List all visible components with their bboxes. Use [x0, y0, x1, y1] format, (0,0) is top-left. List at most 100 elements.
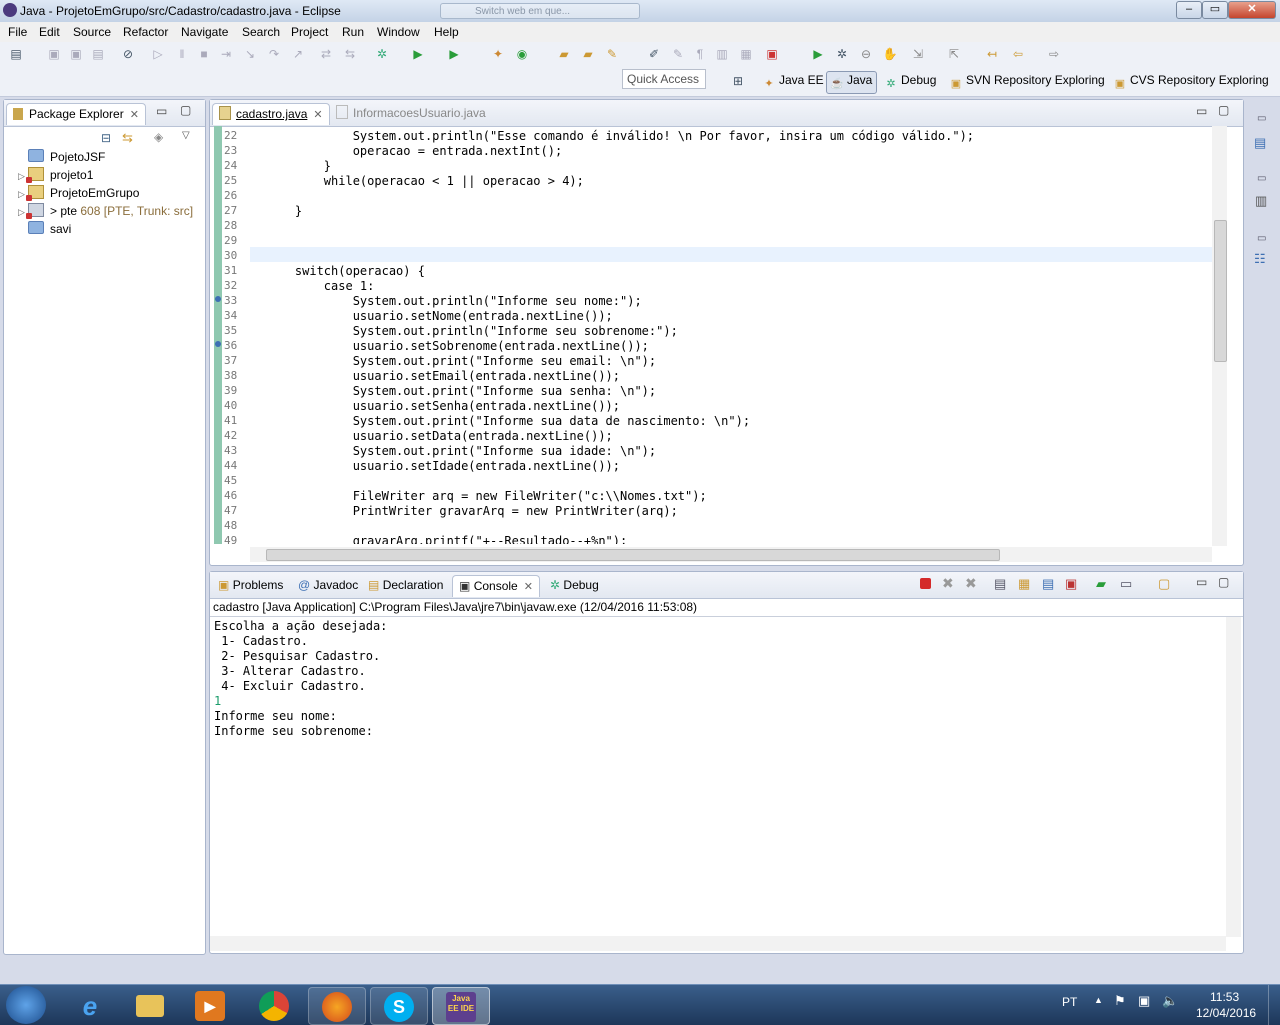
open-type-icon[interactable]: ▰ — [556, 46, 572, 62]
code-line[interactable]: usuario.setSobrenome(entrada.nextLine())… — [266, 339, 649, 353]
taskbar-ie[interactable]: e — [62, 987, 118, 1023]
task-list-icon[interactable]: ▥ — [1255, 193, 1267, 209]
menu-edit[interactable]: Edit — [39, 25, 60, 39]
last-edit-location-icon[interactable]: ↤ — [984, 46, 1000, 62]
show-console-icon[interactable]: ▣ — [1065, 576, 1077, 592]
menu-window[interactable]: Window — [377, 25, 420, 39]
tree-item-pojetojsf[interactable]: PojetoJSF — [18, 148, 105, 166]
use-step-filters-icon[interactable]: ⇆ — [342, 46, 358, 62]
properties-icon[interactable]: ▦ — [738, 46, 754, 62]
new-icon[interactable]: ▤ — [8, 46, 24, 62]
menu-navigate[interactable]: Navigate — [181, 25, 228, 39]
step-over-icon[interactable]: ↷ — [266, 46, 282, 62]
debug-icon[interactable]: ✲ — [374, 46, 390, 62]
minimize-button[interactable]: – — [1176, 1, 1202, 19]
minimize-view-icon[interactable]: ▭ — [1196, 104, 1207, 118]
view-menu-icon[interactable]: ▽ — [182, 130, 190, 141]
close-button[interactable]: ✕ — [1228, 1, 1276, 19]
quick-access-field[interactable]: Quick Access — [622, 69, 706, 89]
skip-breakpoints-icon[interactable]: ⊘ — [120, 46, 136, 62]
hand-icon[interactable]: ✋ — [882, 46, 898, 62]
next-edit-icon[interactable]: ⇱ — [946, 46, 962, 62]
show-hidden-icons-icon[interactable]: ▲ — [1094, 995, 1103, 1005]
network-icon[interactable]: ▣ — [1138, 993, 1150, 1009]
perspective-cvs[interactable]: ▣ CVS Repository Exploring — [1113, 73, 1269, 91]
code-line[interactable]: System.out.print("Informe sua data de na… — [266, 414, 750, 428]
tab-debug[interactable]: ✲ Debug — [544, 575, 605, 597]
new-class-icon[interactable]: ◉ — [514, 46, 530, 62]
outline-icon[interactable]: ▤ — [1254, 135, 1266, 151]
word-wrap-icon[interactable]: ▤ — [1042, 576, 1054, 592]
tab-cadastro-java[interactable]: cadastro.java ✕ — [212, 103, 330, 125]
vertical-scroll-thumb[interactable] — [1214, 220, 1227, 362]
taskbar-firefox[interactable] — [308, 987, 366, 1025]
code-area[interactable]: 22 System.out.println("Esse comando é in… — [210, 126, 1210, 544]
code-line[interactable]: case 1: — [266, 279, 375, 293]
resume-icon[interactable]: ▷ — [150, 46, 166, 62]
menu-search[interactable]: Search — [242, 25, 280, 39]
console-horizontal-scrollbar[interactable] — [210, 936, 1226, 951]
tree-item-pte[interactable]: ▷ > pte 608 [PTE, Trunk: src] — [18, 202, 193, 220]
maximize-view-icon[interactable]: ▢ — [1218, 103, 1229, 117]
close-icon[interactable]: ✕ — [130, 109, 139, 121]
code-line[interactable]: FileWriter arq = new FileWriter("c:\\Nom… — [266, 489, 707, 503]
code-line[interactable]: System.out.println("Esse comando é invál… — [266, 129, 974, 143]
focus-icon[interactable]: ◈ — [154, 130, 163, 144]
open-task-icon[interactable]: ▰ — [580, 46, 596, 62]
menu-run[interactable]: Run — [342, 25, 364, 39]
terminate-icon[interactable] — [920, 578, 931, 589]
clear-console-icon[interactable]: ▤ — [994, 576, 1006, 592]
language-indicator[interactable]: PT — [1062, 995, 1077, 1009]
pin-console-icon[interactable]: ▰ — [1096, 576, 1106, 592]
perspective-java-ee[interactable]: ✦ Java EE — [762, 73, 823, 91]
tree-item-projetoemgrupo[interactable]: ▷ ProjetoEmGrupo — [18, 184, 139, 202]
menu-project[interactable]: Project — [291, 25, 328, 39]
perspective-svn[interactable]: ▣ SVN Repository Exploring — [949, 73, 1105, 91]
vertical-scrollbar[interactable] — [1212, 126, 1227, 546]
taskbar-media[interactable]: ▶ — [182, 987, 238, 1023]
run-server-icon[interactable]: ▶ — [810, 46, 826, 62]
code-line[interactable]: usuario.setIdade(entrada.nextLine()); — [266, 459, 620, 473]
next-annotation-icon[interactable]: ▣ — [764, 46, 780, 62]
display-console-icon[interactable]: ▭ — [1120, 576, 1132, 592]
maximize-view-icon[interactable]: ▢ — [1218, 575, 1229, 589]
volume-icon[interactable]: 🔈 — [1162, 993, 1178, 1009]
menu-file[interactable]: File — [8, 25, 27, 39]
save-icon[interactable]: ▣ — [46, 46, 62, 62]
tab-javadoc[interactable]: @ Javadoc — [292, 575, 364, 597]
open-perspective-icon[interactable]: ⊞ — [730, 73, 746, 89]
pin-editor-icon[interactable]: ⇲ — [910, 46, 926, 62]
code-line[interactable]: usuario.setEmail(entrada.nextLine()); — [266, 369, 620, 383]
code-line[interactable]: usuario.setData(entrada.nextLine()); — [266, 429, 613, 443]
run-icon[interactable]: ▶ — [410, 46, 426, 62]
code-line[interactable]: System.out.print("Informe seu email: \n"… — [266, 354, 656, 368]
remove-launch-icon[interactable]: ✖ — [942, 575, 954, 592]
search-icon[interactable]: ✎ — [604, 46, 620, 62]
code-line[interactable]: System.out.println("Informe seu nome:"); — [266, 294, 642, 308]
code-line[interactable]: PrintWriter gravarArq = new PrintWriter(… — [266, 504, 678, 518]
show-whitespace-icon[interactable]: ¶ — [692, 46, 708, 62]
restore-icon[interactable]: ▭ — [1257, 233, 1266, 244]
tree-item-savi[interactable]: savi — [18, 220, 71, 238]
restore-icon[interactable]: ▭ — [1257, 173, 1266, 184]
tab-problems[interactable]: ▣ Problems — [212, 575, 289, 597]
run-last-tool-icon[interactable]: ▶ — [446, 46, 462, 62]
console-output[interactable]: Escolha a ação desejada: 1- Cadastro. 2-… — [210, 617, 1225, 935]
link-with-editor-icon[interactable]: ⇆ — [122, 130, 133, 146]
forward-icon[interactable]: ⇨ — [1046, 46, 1062, 62]
clock-time[interactable]: 11:53 — [1210, 990, 1239, 1004]
step-into-icon[interactable]: ↘ — [242, 46, 258, 62]
menu-help[interactable]: Help — [434, 25, 459, 39]
clock-date[interactable]: 12/04/2016 — [1196, 1006, 1256, 1020]
annotation-icon[interactable]: ▥ — [714, 46, 730, 62]
start-button[interactable] — [6, 986, 46, 1024]
code-line[interactable]: System.out.println("Informe seu sobrenom… — [266, 324, 678, 338]
terminate-icon[interactable]: ■ — [196, 46, 212, 62]
scroll-lock-icon[interactable]: ▦ — [1018, 576, 1030, 592]
tab-informacoesusuario-java[interactable]: InformacoesUsuario.java — [330, 103, 492, 125]
code-line[interactable]: gravarArq.printf("+--Resultado--+%n"); — [266, 534, 628, 544]
collapse-all-icon[interactable]: ⊟ — [101, 131, 111, 145]
back-icon[interactable]: ⇦ — [1010, 46, 1026, 62]
print-icon[interactable]: ▤ — [90, 46, 106, 62]
toggle-block-selection-icon[interactable]: ✎ — [670, 46, 686, 62]
